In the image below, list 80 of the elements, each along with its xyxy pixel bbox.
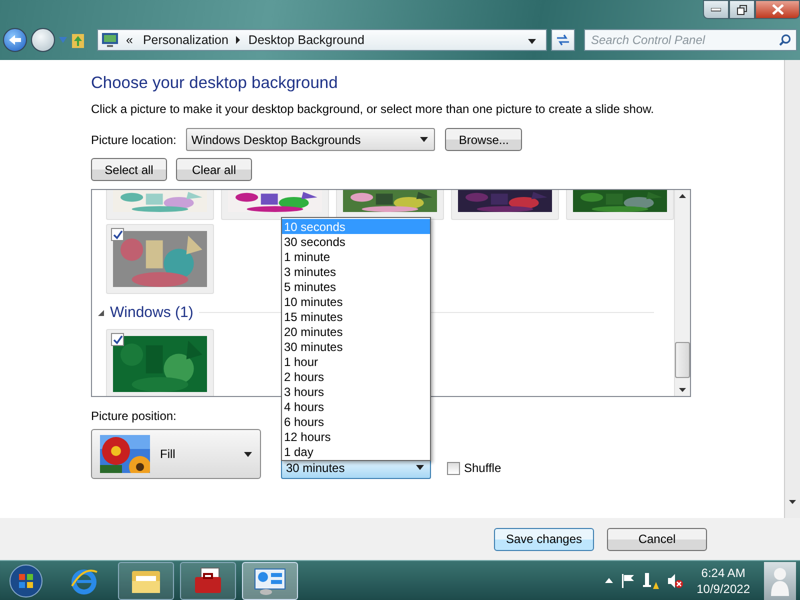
dropdown-option[interactable]: 30 minutes (282, 339, 430, 354)
left-arrow-icon (8, 34, 22, 46)
dropdown-option[interactable]: 5 minutes (282, 279, 430, 294)
dropdown-option[interactable]: 10 minutes (282, 294, 430, 309)
maximize-button[interactable] (729, 0, 755, 19)
monitor-icon (102, 32, 118, 48)
back-button[interactable] (3, 28, 27, 52)
wallpaper-tile[interactable] (106, 329, 214, 396)
dropdown-caret-icon (528, 39, 536, 44)
control-panel-icon (254, 566, 286, 594)
wallpaper-tile[interactable] (566, 190, 674, 220)
search-field[interactable]: Search Control Panel (584, 29, 797, 51)
dropdown-option[interactable]: 12 hours (282, 429, 430, 444)
search-icon (779, 34, 791, 46)
dropdown-option[interactable]: 30 seconds (282, 234, 430, 249)
dropdown-option[interactable]: 1 day (282, 444, 430, 459)
taskbar-button[interactable] (118, 562, 174, 600)
show-hidden-icons-icon[interactable] (604, 578, 613, 583)
caret-icon (416, 465, 424, 470)
field-label: Picture position: (91, 409, 176, 423)
wallpaper-tile[interactable] (221, 190, 329, 220)
expand-icon[interactable] (98, 310, 104, 316)
group-title: Windows (1) (110, 304, 194, 321)
close-button[interactable] (755, 0, 800, 19)
wallpaper-tile[interactable] (451, 190, 559, 220)
scroll-down-icon[interactable] (789, 500, 796, 504)
caret-icon (420, 137, 428, 142)
picture-position-dropdown[interactable]: Fill (91, 429, 261, 479)
toolbox-icon (193, 566, 223, 594)
dropdown-option[interactable]: 4 hours (282, 399, 430, 414)
flag-icon[interactable] (620, 574, 635, 588)
dropdown-option[interactable]: 1 minute (282, 249, 430, 264)
checkbox-label[interactable]: Shuffle (464, 461, 502, 475)
dropdown-option[interactable]: 15 minutes (282, 309, 430, 324)
taskbar-button[interactable] (242, 562, 298, 600)
breadcrumb-overflow[interactable]: « (124, 33, 135, 47)
breadcrumb[interactable]: Desktop Background (246, 33, 366, 47)
person-icon (770, 566, 790, 596)
browse-button[interactable]: Browse... (445, 128, 522, 151)
scroll-thumb[interactable] (675, 342, 690, 378)
clock[interactable]: 6:24 AM 10/9/2022 (696, 564, 750, 596)
dropdown-option[interactable]: 1 hour (282, 354, 430, 369)
scroll-down-icon[interactable] (679, 388, 686, 392)
page-heading: Choose your desktop background (91, 74, 339, 93)
dialog-button[interactable]: Cancel (607, 528, 707, 550)
checkbox[interactable] (447, 462, 460, 474)
start-orb-icon (9, 564, 43, 598)
dropdown-option[interactable]: 2 hours (282, 369, 430, 384)
field-label: Picture location: (91, 132, 176, 146)
dropdown-option[interactable]: 3 hours (282, 384, 430, 399)
dropdown-option[interactable]: 3 minutes (282, 264, 430, 279)
wallpaper-tile[interactable] (106, 190, 214, 220)
dialog-button[interactable]: Save changes (494, 528, 594, 550)
breadcrumb[interactable]: Personalization (140, 33, 230, 47)
up-folder-icon[interactable] (71, 31, 85, 49)
selection-button[interactable]: Clear all (176, 158, 252, 181)
forward-button[interactable] (31, 28, 55, 52)
checkbox[interactable] (111, 333, 124, 346)
refresh-icon (556, 34, 570, 46)
address-bar[interactable]: « Personalization Desktop Background (97, 29, 547, 51)
refresh-button[interactable] (551, 29, 575, 51)
minimize-button[interactable] (703, 0, 729, 19)
dropdown-option[interactable]: 20 minutes (282, 324, 430, 339)
taskbar-button[interactable] (180, 562, 236, 600)
dropdown-option[interactable]: 6 hours (282, 414, 430, 429)
wallpaper-tile[interactable] (106, 224, 214, 294)
speaker-muted-icon[interactable] (666, 572, 683, 588)
wallpaper-tile[interactable] (336, 190, 444, 220)
scrollbar[interactable] (674, 190, 690, 396)
separator-icon[interactable] (236, 36, 240, 44)
description-text: Click a picture to make it your desktop background, or select more than one picture to create a slide show. (91, 102, 655, 116)
minimize-icon (711, 8, 721, 12)
restore-icon (737, 4, 747, 14)
caret-icon (244, 452, 252, 456)
selection-button[interactable]: Select all (91, 158, 167, 181)
close-icon (772, 4, 784, 15)
network-warning-icon[interactable] (642, 572, 659, 588)
picture-location-dropdown[interactable]: Windows Desktop Backgrounds (186, 128, 436, 151)
checkbox[interactable] (111, 228, 124, 241)
scroll-up-icon[interactable] (679, 194, 686, 198)
